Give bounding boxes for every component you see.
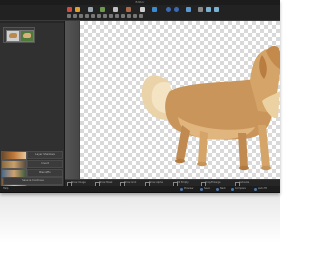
rotate-left-icon[interactable] (166, 7, 171, 12)
fit-icon[interactable] (100, 7, 105, 12)
undo-icon[interactable] (67, 7, 72, 12)
autofit-icon (254, 187, 257, 191)
preview-icon (180, 187, 183, 191)
thumbnail-dog-icon (23, 33, 31, 38)
tool-shape-icon[interactable] (121, 14, 125, 18)
next-button[interactable]: Next (220, 186, 226, 192)
tool-wand-icon[interactable] (79, 14, 83, 18)
thumbnail-dog-icon (9, 33, 17, 38)
compare-icon (231, 187, 234, 191)
next-icon (216, 187, 219, 191)
brush-icon[interactable] (113, 7, 118, 12)
help-button[interactable]: Help (3, 186, 8, 192)
preview-button[interactable]: Preview (184, 186, 193, 192)
bottom-bar: Help Save & Continue Preview Save Next C… (0, 177, 280, 192)
tool-fill-icon[interactable] (91, 14, 95, 18)
tool-select-icon[interactable] (67, 14, 71, 18)
rotate-right-icon[interactable] (174, 7, 179, 12)
save-button[interactable]: Save (204, 186, 210, 192)
erase-icon[interactable] (126, 7, 131, 12)
tool-text-icon[interactable] (115, 14, 119, 18)
vertical-ruler (65, 21, 79, 179)
thumbnail-tray (3, 27, 35, 43)
window-title: Editor (135, 0, 145, 4)
crop-icon[interactable] (186, 7, 191, 12)
left-panel: Load Load Layer Shadows Invert Blend/fix… (0, 5, 65, 187)
hand-icon[interactable] (198, 7, 203, 12)
tool-clone-icon[interactable] (97, 14, 101, 18)
tool-hair-icon[interactable] (139, 14, 143, 18)
transparent-canvas[interactable] (80, 21, 280, 179)
preset-strip-1[interactable] (1, 151, 27, 160)
tool-pick-icon[interactable] (127, 14, 131, 18)
zoom-icon[interactable] (88, 7, 93, 12)
tool-move-icon[interactable] (133, 14, 137, 18)
zoom-in-icon[interactable] (206, 7, 211, 12)
background-icon[interactable] (152, 7, 157, 12)
canvas-status-bar: Show Image Show Mask Show Grid Show Alph… (65, 179, 280, 187)
window-reflection (0, 193, 280, 270)
autofit-button[interactable]: Auto Fit (258, 186, 267, 192)
app-window: Editor Load Load Layer Shadows Invert Bl… (0, 0, 280, 193)
invert-button[interactable]: Invert (27, 160, 63, 168)
thumbnail-original[interactable] (6, 30, 20, 42)
layer-shadows-button[interactable]: Layer Shadows (27, 151, 63, 159)
zoom-out-icon[interactable] (214, 7, 219, 12)
redo-icon[interactable] (75, 7, 80, 12)
save-continue-button[interactable]: Save & Continue (3, 177, 63, 185)
main-toolbar (0, 5, 280, 21)
restore-icon[interactable] (140, 7, 145, 12)
preset-strip-2[interactable] (1, 160, 27, 169)
save-icon (200, 187, 203, 191)
blend-button[interactable]: Blend/fix (27, 169, 63, 177)
dog-cutout-image (141, 45, 280, 171)
canvas-area[interactable] (65, 21, 280, 179)
tool-smudge-icon[interactable] (109, 14, 113, 18)
tool-lasso-icon[interactable] (73, 14, 77, 18)
tool-paint-icon[interactable] (85, 14, 89, 18)
compare-button[interactable]: Compare (235, 186, 246, 192)
thumbnail-cutout[interactable] (20, 30, 34, 42)
tool-blur-icon[interactable] (103, 14, 107, 18)
